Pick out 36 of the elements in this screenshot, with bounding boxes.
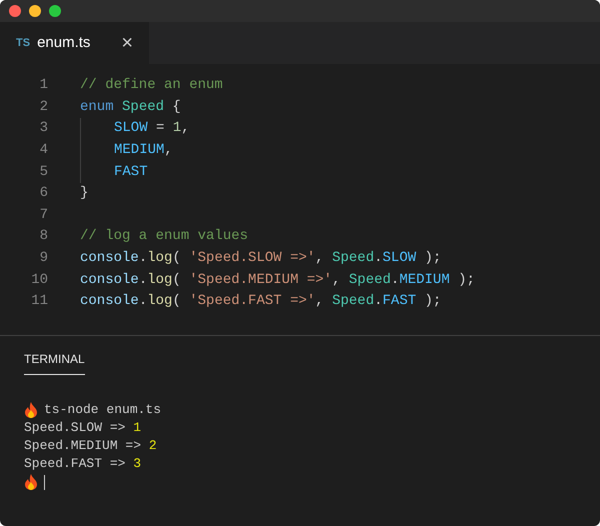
line-number: 7 bbox=[38, 206, 48, 225]
code-line: console.log( 'Speed.FAST =>', Speed.FAST ); bbox=[80, 292, 442, 312]
code-line: console.log( 'Speed.SLOW =>', Speed.SLOW ); bbox=[80, 249, 442, 268]
line-number: 10 bbox=[30, 270, 48, 290]
flame-icon bbox=[24, 474, 38, 490]
terminal-output: Speed.MEDIUM => 2 bbox=[24, 437, 157, 456]
terminal-output: Speed.FAST => 3 bbox=[24, 455, 142, 474]
line-number: 1 bbox=[38, 76, 48, 96]
code-line: console.log( 'Speed.MEDIUM =>', Speed.MEDIUM ); bbox=[80, 270, 475, 290]
code-line: // log a enum values bbox=[80, 227, 248, 246]
minimize-window-button[interactable] bbox=[29, 5, 41, 17]
editor-tab[interactable]: TS enum.ts × bbox=[0, 22, 150, 64]
code-line: enum Speed { bbox=[80, 98, 181, 117]
line-number: 11 bbox=[30, 292, 48, 312]
tab-title: enum.ts bbox=[37, 32, 90, 53]
code-line: SLOW = 1, bbox=[114, 119, 190, 138]
text-cursor bbox=[44, 474, 45, 490]
line-number: 2 bbox=[38, 98, 48, 117]
line-number: 4 bbox=[38, 141, 48, 160]
flame-icon bbox=[24, 402, 38, 418]
terminal-tab[interactable]: TERMINAL bbox=[24, 350, 85, 375]
line-number: 6 bbox=[38, 184, 48, 204]
maximize-window-button[interactable] bbox=[49, 5, 61, 17]
terminal-output: Speed.SLOW => 1 bbox=[24, 419, 142, 438]
close-tab-button[interactable]: × bbox=[121, 33, 134, 53]
line-number: 3 bbox=[38, 119, 48, 138]
close-window-button[interactable] bbox=[9, 5, 21, 17]
code-line: // define an enum bbox=[80, 76, 223, 96]
code-line: MEDIUM, bbox=[114, 141, 173, 160]
terminal-command: ts-node enum.ts bbox=[44, 401, 162, 420]
typescript-file-icon: TS bbox=[16, 34, 30, 52]
code-line: FAST bbox=[114, 162, 148, 182]
line-number: 5 bbox=[38, 162, 48, 182]
line-number: 9 bbox=[38, 249, 48, 268]
code-line: } bbox=[80, 184, 88, 204]
line-number: 8 bbox=[38, 227, 48, 246]
